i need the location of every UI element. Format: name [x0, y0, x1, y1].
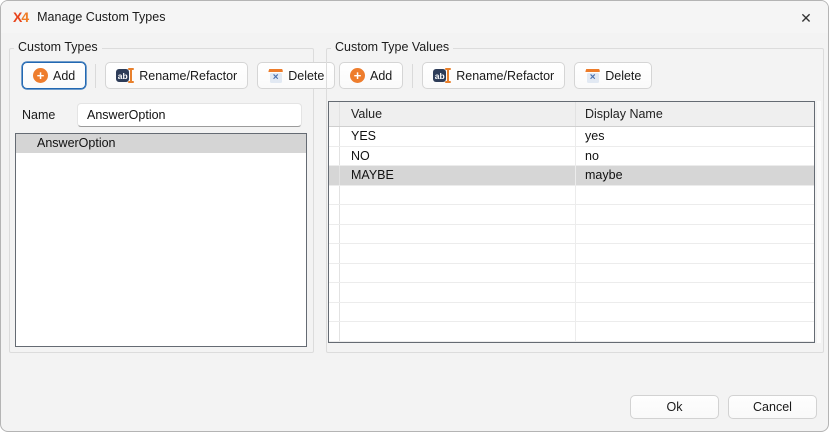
- table-body: YESyesNOnoMAYBEmaybe: [329, 127, 814, 343]
- rename-value-button-label: Rename/Refactor: [456, 69, 554, 83]
- row-indicator: [329, 322, 340, 341]
- cell-value: [340, 205, 576, 224]
- custom-types-toolbar: + Add ab Rename/Refactor × Delete: [22, 62, 335, 89]
- custom-type-values-toolbar: + Add ab Rename/Refactor × Delete: [339, 62, 652, 89]
- cell-value: [340, 244, 576, 263]
- cell-display-name: maybe: [576, 166, 814, 185]
- row-indicator-header: [329, 102, 340, 126]
- delete-icon: ×: [585, 68, 600, 83]
- cell-value: MAYBE: [340, 166, 576, 185]
- delete-icon: ×: [268, 68, 283, 83]
- cancel-button[interactable]: Cancel: [728, 395, 817, 419]
- row-indicator: [329, 225, 340, 244]
- rename-refactor-value-button[interactable]: ab Rename/Refactor: [422, 62, 565, 89]
- table-row[interactable]: YESyes: [329, 127, 814, 147]
- rename-icon: ab: [116, 68, 134, 83]
- add-custom-type-button[interactable]: + Add: [22, 62, 86, 89]
- table-row-empty[interactable]: [329, 342, 814, 344]
- delete-button-label: Delete: [288, 69, 324, 83]
- cell-display-name: [576, 342, 814, 344]
- row-indicator: [329, 303, 340, 322]
- name-row: Name: [22, 103, 302, 127]
- name-label: Name: [22, 108, 77, 122]
- cell-value: [340, 342, 576, 344]
- cell-display-name: [576, 205, 814, 224]
- cell-display-name: [576, 322, 814, 341]
- row-indicator: [329, 127, 340, 146]
- ok-button[interactable]: Ok: [630, 395, 719, 419]
- cell-value: [340, 322, 576, 341]
- manage-custom-types-dialog: X4 Manage Custom Types ✕ Custom Types + …: [0, 0, 829, 432]
- table-row-empty[interactable]: [329, 303, 814, 323]
- table-row-empty[interactable]: [329, 264, 814, 284]
- toolbar-separator: [95, 64, 96, 88]
- row-indicator: [329, 264, 340, 283]
- cell-value: YES: [340, 127, 576, 146]
- custom-type-values-group-label: Custom Type Values: [331, 40, 453, 54]
- cell-value: [340, 264, 576, 283]
- row-indicator: [329, 147, 340, 166]
- delete-value-button-label: Delete: [605, 69, 641, 83]
- cell-display-name: [576, 264, 814, 283]
- row-indicator: [329, 244, 340, 263]
- app-logo-icon: X4: [13, 9, 28, 25]
- column-header-value[interactable]: Value: [340, 102, 576, 126]
- row-indicator: [329, 283, 340, 302]
- custom-type-values-table[interactable]: ValueDisplay Name YESyesNOnoMAYBEmaybe: [328, 101, 815, 343]
- rename-button-label: Rename/Refactor: [139, 69, 237, 83]
- column-header-display-name[interactable]: Display Name: [576, 102, 814, 126]
- close-icon[interactable]: ✕: [796, 8, 816, 28]
- cell-display-name: no: [576, 147, 814, 166]
- custom-types-group-label: Custom Types: [14, 40, 102, 54]
- list-item[interactable]: AnswerOption: [16, 134, 306, 153]
- add-icon: +: [33, 68, 48, 83]
- cell-value: [340, 186, 576, 205]
- cell-display-name: yes: [576, 127, 814, 146]
- table-header-row: ValueDisplay Name: [329, 102, 814, 127]
- row-indicator: [329, 186, 340, 205]
- add-value-button-label: Add: [370, 69, 392, 83]
- custom-type-values-group: Custom Type Values + Add ab Rename/Refac…: [326, 48, 824, 353]
- cell-display-name: [576, 186, 814, 205]
- name-input[interactable]: [77, 103, 302, 127]
- rename-icon: ab: [433, 68, 451, 83]
- table-row-empty[interactable]: [329, 225, 814, 245]
- title-bar[interactable]: X4 Manage Custom Types ✕: [1, 1, 828, 33]
- delete-custom-type-button[interactable]: × Delete: [257, 62, 335, 89]
- table-row-empty[interactable]: [329, 205, 814, 225]
- table-row[interactable]: NOno: [329, 147, 814, 167]
- toolbar-separator: [412, 64, 413, 88]
- cell-value: [340, 225, 576, 244]
- add-icon: +: [350, 68, 365, 83]
- cell-value: NO: [340, 147, 576, 166]
- row-indicator: [329, 205, 340, 224]
- add-value-button[interactable]: + Add: [339, 62, 403, 89]
- cell-display-name: [576, 244, 814, 263]
- table-row-empty[interactable]: [329, 322, 814, 342]
- row-indicator: [329, 342, 340, 344]
- window-title: Manage Custom Types: [37, 10, 165, 24]
- custom-types-list[interactable]: AnswerOption: [15, 133, 307, 347]
- add-button-label: Add: [53, 69, 75, 83]
- rename-refactor-custom-type-button[interactable]: ab Rename/Refactor: [105, 62, 248, 89]
- table-row-empty[interactable]: [329, 186, 814, 206]
- table-scroll-strip: [817, 101, 821, 343]
- cell-display-name: [576, 283, 814, 302]
- cell-value: [340, 283, 576, 302]
- cell-display-name: [576, 225, 814, 244]
- cell-display-name: [576, 303, 814, 322]
- cell-value: [340, 303, 576, 322]
- custom-types-group: Custom Types + Add ab Rename/Refactor × …: [9, 48, 314, 353]
- table-row-empty[interactable]: [329, 283, 814, 303]
- table-row-empty[interactable]: [329, 244, 814, 264]
- delete-value-button[interactable]: × Delete: [574, 62, 652, 89]
- row-indicator: [329, 166, 340, 185]
- table-row[interactable]: MAYBEmaybe: [329, 166, 814, 186]
- logo-digit-4: 4: [21, 9, 28, 25]
